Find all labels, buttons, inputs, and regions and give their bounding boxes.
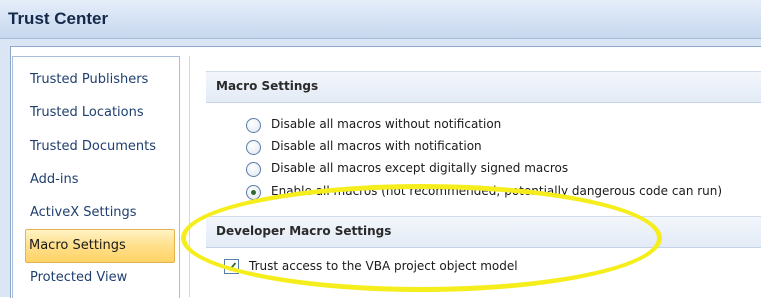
sidebar-item-macro-settings[interactable]: Macro Settings	[13, 229, 179, 263]
radio-label: Enable all macros (not recommended; pote…	[271, 184, 723, 198]
section-title: Macro Settings	[216, 79, 319, 93]
radio-button-selected-icon[interactable]	[246, 185, 261, 200]
radio-dot-icon	[251, 190, 256, 195]
checkmark-icon	[226, 262, 237, 271]
sidebar-item-trusted-locations[interactable]: Trusted Locations	[13, 98, 179, 128]
sidebar-item-label: ActiveX Settings	[30, 205, 137, 220]
sidebar-item-add-ins[interactable]: Add-ins	[13, 165, 179, 195]
sidebar-item-trusted-publishers[interactable]: Trusted Publishers	[13, 65, 179, 95]
panel-divider	[189, 56, 190, 297]
window-title: Trust Center	[8, 9, 109, 28]
sidebar-item-label: Trusted Publishers	[30, 72, 149, 87]
section-title: Developer Macro Settings	[216, 224, 392, 238]
sidebar-item-activex-settings[interactable]: ActiveX Settings	[13, 198, 179, 228]
sidebar-item-trusted-documents[interactable]: Trusted Documents	[13, 132, 179, 162]
sidebar: Trusted Publishers Trusted Locations Tru…	[12, 56, 180, 298]
sidebar-item-label: Add-ins	[30, 172, 79, 187]
trust-center-window: Trust Center Trusted Publishers Trusted …	[0, 0, 761, 298]
sidebar-item-label: Protected View	[30, 270, 128, 285]
title-bar[interactable]: Trust Center	[0, 0, 761, 39]
radio-label: Disable all macros except digitally sign…	[271, 161, 569, 175]
radio-button-icon[interactable]	[246, 162, 261, 177]
radio-button-icon[interactable]	[246, 118, 261, 133]
radio-label: Disable all macros with notification	[271, 139, 482, 153]
sidebar-item-label: Trusted Documents	[30, 139, 156, 154]
radio-button-icon[interactable]	[246, 140, 261, 155]
sidebar-item-label: Macro Settings	[29, 238, 126, 253]
checkbox-checked-icon[interactable]	[224, 259, 239, 274]
radio-label: Disable all macros without notification	[271, 117, 502, 131]
sidebar-item-label: Trusted Locations	[30, 105, 144, 120]
checkbox-label: Trust access to the VBA project object m…	[249, 259, 518, 273]
macro-settings-header: Macro Settings	[206, 71, 761, 103]
developer-macro-settings-header: Developer Macro Settings	[206, 216, 761, 248]
sidebar-item-protected-view[interactable]: Protected View	[13, 263, 179, 293]
